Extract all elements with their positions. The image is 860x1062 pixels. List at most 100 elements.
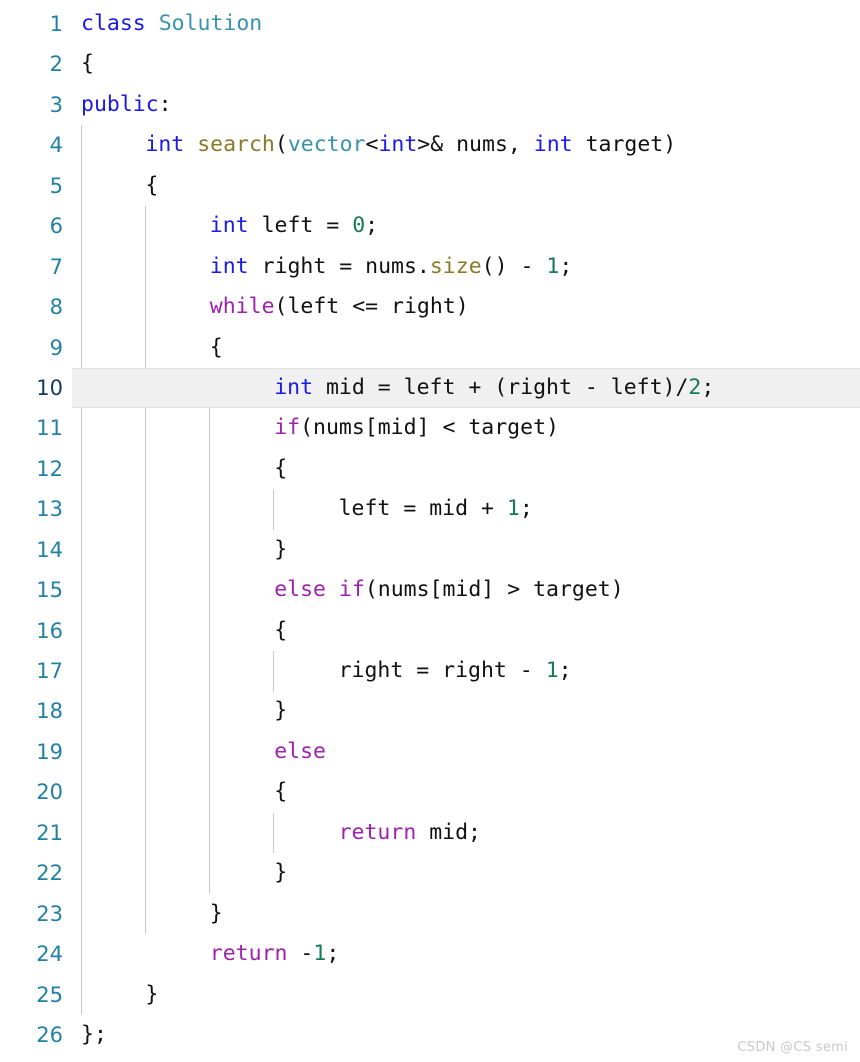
line-number: 1 — [49, 12, 63, 36]
code-token-ctrl: while — [209, 294, 275, 320]
code-token-plain: mid = left + (right - left)/ — [313, 374, 689, 400]
line-number: 14 — [36, 537, 63, 562]
code-line[interactable]: 5{ — [0, 166, 860, 206]
code-token-plain: ; — [519, 496, 533, 522]
line-number: 6 — [49, 214, 63, 239]
code-line[interactable]: 8 while(left <= right) — [0, 287, 860, 327]
code-token-plain: left = mid + — [338, 496, 507, 522]
code-token-ctrl: else — [274, 738, 326, 764]
code-token-ctrl: if — [338, 577, 365, 603]
line-number: 17 — [36, 659, 63, 683]
code-token-plain: right = right - — [338, 658, 546, 683]
code-line[interactable]: 23} — [0, 894, 860, 934]
code-token-num: 1 — [546, 253, 560, 279]
code-token-plain: ; — [701, 374, 715, 400]
code-token-plain: mid; — [416, 819, 481, 845]
code-line[interactable]: 25} — [0, 975, 860, 1015]
line-number: 24 — [36, 942, 63, 967]
code-token-type: Solution — [158, 11, 263, 36]
line-number: 3 — [49, 92, 63, 117]
code-line-text: }; — [81, 1015, 107, 1055]
line-number: 18 — [36, 699, 63, 724]
code-token-plain: } — [274, 860, 288, 886]
code-token-plain: >& nums, — [417, 132, 534, 158]
line-number: 19 — [36, 739, 63, 764]
watermark-text: CSDN @CS semi — [737, 1040, 848, 1055]
line-number: 12 — [36, 456, 63, 481]
code-line[interactable]: 1 class Solution — [0, 4, 860, 44]
code-line-text: else — [274, 732, 326, 772]
code-token-num: 1 — [545, 658, 559, 683]
code-line-text: else if(nums[mid] > target) — [274, 570, 624, 610]
code-line[interactable]: 7 int right = nums.size() - 1; — [0, 247, 860, 287]
code-token-plain: ; — [559, 253, 573, 279]
code-line[interactable]: 24 return -1; — [0, 934, 860, 974]
code-line[interactable]: 16 { — [0, 611, 860, 651]
code-line-text: { — [210, 328, 223, 368]
code-token-kw: class — [81, 11, 146, 36]
code-token-kw: int — [274, 374, 314, 400]
line-number: 22 — [36, 861, 63, 886]
line-number: 8 — [49, 295, 63, 320]
line-number: 23 — [36, 901, 63, 926]
code-line-text: right = right - 1; — [339, 651, 572, 691]
code-token-num: 0 — [352, 213, 366, 239]
code-token-plain: } — [274, 536, 288, 562]
line-number: 13 — [36, 497, 63, 522]
code-line[interactable]: 26}; — [0, 1015, 860, 1055]
code-line-text: } — [274, 853, 287, 893]
code-line[interactable]: 22} — [0, 853, 860, 893]
code-token-plain: - — [287, 941, 314, 967]
code-line-text: int mid = left + (right - left)/2; — [274, 368, 714, 408]
code-line-text: { — [145, 166, 158, 206]
code-token-num: 1 — [506, 496, 520, 522]
code-line[interactable]: 4 int search(vector<int>& nums, int targe… — [0, 125, 860, 165]
code-token-plain: < — [365, 132, 379, 158]
line-number: 20 — [36, 780, 63, 805]
code-line[interactable]: 11 if(nums[mid] < target) — [0, 408, 860, 448]
code-line-text: } — [210, 894, 223, 934]
code-line[interactable]: 17 right = right - 1; — [0, 651, 860, 691]
code-editor-lines[interactable]: 1 class Solution 2{3 public: 4 int search(vec… — [0, 4, 860, 1055]
line-number: 21 — [36, 820, 63, 845]
code-token-kw: int — [209, 213, 249, 239]
code-line[interactable]: 13 left = mid + 1; — [0, 489, 860, 529]
code-token-plain: right = nums. — [248, 253, 430, 279]
code-line-text: } — [145, 975, 158, 1015]
code-line[interactable]: 9{ — [0, 328, 860, 368]
code-line[interactable]: 15 else if(nums[mid] > target) — [0, 570, 860, 610]
code-line-text: while(left <= right) — [210, 287, 469, 327]
line-number: 2 — [49, 52, 63, 77]
code-line[interactable]: 10 int mid = left + (right - left)/2; — [0, 367, 860, 409]
code-line[interactable]: 2{ — [0, 44, 860, 84]
code-token-plain: } — [274, 698, 288, 724]
code-line[interactable]: 19 else — [0, 732, 860, 772]
code-line-text: } — [274, 530, 287, 570]
code-line[interactable]: 20 { — [0, 772, 860, 812]
line-number: 26 — [36, 1022, 63, 1047]
code-line[interactable]: 18} — [0, 691, 860, 731]
code-line[interactable]: 12 { — [0, 449, 860, 489]
code-line-text: public: — [81, 85, 172, 125]
code-token-kw: public — [81, 91, 159, 117]
code-line-text: { — [274, 611, 287, 651]
code-token-plain: () - — [481, 253, 547, 279]
code-line[interactable]: 3 public: — [0, 85, 860, 125]
code-token-ctrl: return — [209, 941, 288, 967]
code-token-plain: { — [274, 779, 288, 805]
code-token-kw: int — [209, 253, 249, 279]
code-line[interactable]: 6 int left = 0; — [0, 206, 860, 246]
line-number: 4 — [49, 133, 63, 158]
code-line[interactable]: 21 return mid; — [0, 813, 860, 853]
code-token-plain: ; — [558, 658, 572, 683]
code-token-fn: size — [429, 253, 482, 279]
code-token-plain: } — [145, 981, 159, 1007]
code-token-kw: int — [533, 132, 573, 158]
line-number: 16 — [36, 618, 63, 643]
code-token-type: vector — [287, 132, 366, 158]
code-line[interactable]: 14} — [0, 530, 860, 570]
code-token-plain: target) — [572, 132, 677, 158]
code-token-kw: int — [378, 132, 418, 158]
code-line-text: } — [274, 691, 287, 731]
